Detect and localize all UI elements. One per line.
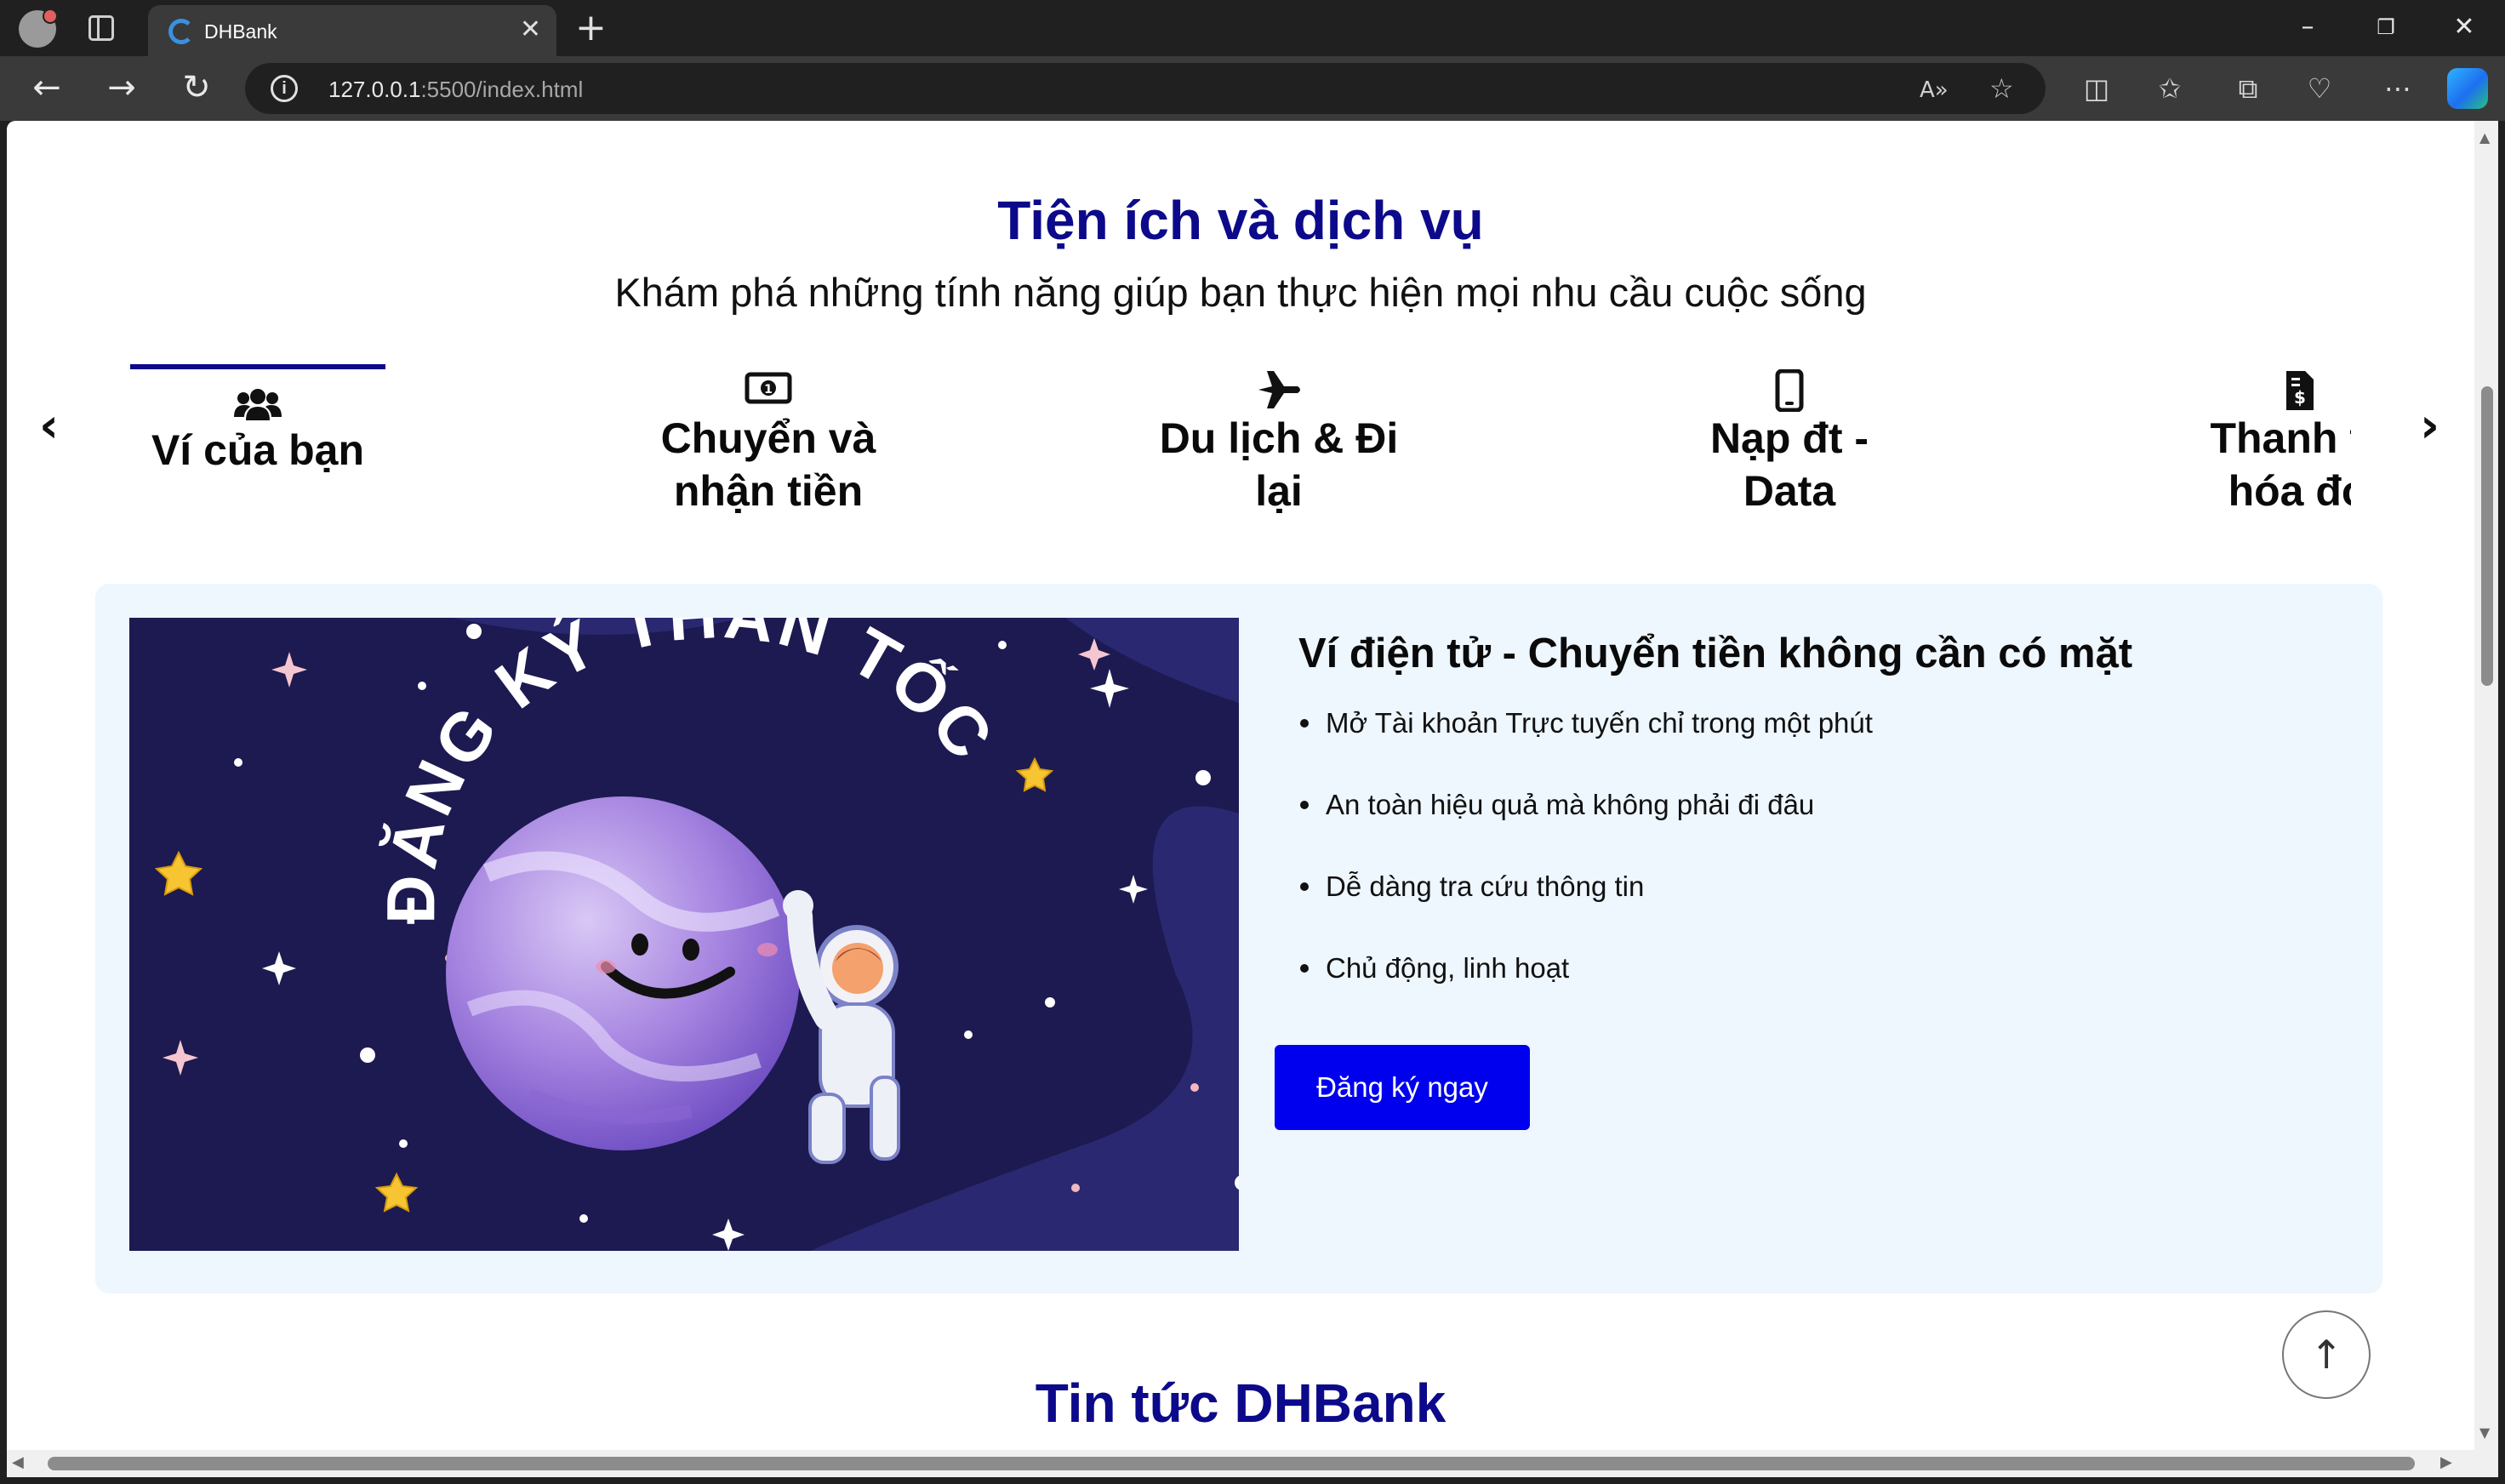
tab-title: DHBank: [204, 20, 277, 43]
vertical-scroll-thumb[interactable]: [2481, 386, 2493, 686]
settings-more-icon[interactable]: ⋯: [2381, 71, 2415, 106]
back-icon[interactable]: ←: [26, 66, 68, 109]
vertical-scrollbar[interactable]: ▲ ▼: [2474, 121, 2498, 1450]
restore-icon[interactable]: ❐: [2369, 10, 2403, 44]
tab-label: Chuyển và: [660, 414, 876, 462]
feature-item: Mở Tài khoản Trực tuyến chỉ trong một ph…: [1298, 706, 1873, 788]
svg-text:$: $: [2294, 387, 2306, 408]
new-tab-icon[interactable]: +: [575, 7, 607, 49]
browser-toolbar: ← → ↻ i 127.0.0.1:5500/index.html A» ☆ ◫…: [0, 56, 2505, 121]
browser-tab[interactable]: DHBank ✕: [148, 5, 556, 56]
read-aloud-icon[interactable]: A»: [1920, 75, 1949, 106]
detail-title: Ví điện tử - Chuyển tiền không cần có mặ…: [1298, 631, 2133, 676]
tab-strip: DHBank ✕ + – ❐ ✕: [0, 0, 2505, 56]
feature-list: Mở Tài khoản Trực tuyến chỉ trong một ph…: [1298, 706, 1873, 1033]
split-screen-icon[interactable]: ◫: [2080, 71, 2114, 106]
mobile-icon: [1662, 368, 1917, 413]
url-host: 127.0.0.1: [328, 77, 421, 102]
browser-essentials-icon[interactable]: ♡: [2302, 71, 2337, 106]
feature-item: Chủ động, linh hoạt: [1298, 951, 1873, 1033]
feature-item: An toàn hiệu quả mà không phải đi đâu: [1298, 788, 1873, 870]
browser-window: DHBank ✕ + – ❐ ✕ ← → ↻ i 127.0.0.1:5500/…: [0, 0, 2505, 1484]
tab-thanh-toan-hoa-don[interactable]: $ Thanh to hóa đơ: [2172, 364, 2351, 517]
minimize-icon[interactable]: –: [2291, 10, 2325, 44]
page-viewport: Tiện ích và dịch vụ Khám phá những tính …: [7, 121, 2474, 1450]
tab-label-line2: Data: [1743, 467, 1836, 515]
forward-icon[interactable]: →: [100, 66, 143, 109]
tab-label-line2: nhận tiền: [673, 467, 864, 515]
svg-text:1: 1: [764, 383, 773, 397]
favorites-icon[interactable]: ✩: [2153, 71, 2187, 106]
scroll-down-icon[interactable]: ▼: [2479, 1424, 2490, 1441]
site-info-icon[interactable]: i: [271, 75, 298, 102]
tab-label-line2: hóa đơ: [2228, 467, 2351, 515]
tab-close-icon[interactable]: ✕: [520, 15, 541, 44]
register-now-button[interactable]: Đăng ký ngay: [1275, 1045, 1530, 1130]
copilot-icon[interactable]: [2447, 68, 2488, 109]
money-bill-icon: 1: [641, 369, 896, 412]
scroll-left-icon[interactable]: ◀: [12, 1453, 24, 1471]
tab-label: Nạp đt -: [1709, 414, 1869, 462]
users-icon: [130, 376, 385, 424]
tab-du-lich-di-lai[interactable]: Du lịch & Đi lại: [1151, 364, 1407, 517]
tab-label: Du lịch & Đi: [1159, 414, 1399, 462]
favorite-star-icon[interactable]: ☆: [1989, 73, 2014, 104]
feature-item: Dễ dàng tra cứu thông tin: [1298, 870, 1873, 951]
carousel-prev-button[interactable]: ‹: [39, 398, 59, 454]
tab-clip: $ Thanh to hóa đơ: [2172, 364, 2351, 619]
scroll-right-icon[interactable]: ▶: [2440, 1453, 2452, 1471]
tab-nap-dt-data[interactable]: Nạp đt - Data: [1662, 364, 1917, 517]
invoice-dollar-icon: $: [2172, 369, 2351, 412]
horizontal-scroll-thumb[interactable]: [48, 1457, 2415, 1470]
address-bar[interactable]: i 127.0.0.1:5500/index.html A» ☆: [245, 63, 2046, 114]
carousel-next-button[interactable]: ›: [2420, 398, 2439, 454]
tab-favicon-icon: [168, 19, 194, 44]
tab-vi-cua-ban[interactable]: Ví của bạn: [130, 364, 385, 477]
tab-actions-icon[interactable]: [88, 15, 114, 41]
tab-label: Thanh to: [2210, 414, 2351, 462]
horizontal-scrollbar[interactable]: ◀ ▶: [7, 1450, 2498, 1477]
profile-avatar[interactable]: [19, 9, 58, 48]
collections-icon[interactable]: ⧉: [2231, 71, 2265, 106]
close-window-icon[interactable]: ✕: [2447, 10, 2481, 44]
promo-banner-image: ĐĂNG KÝ THẦN TỐC: [129, 618, 1239, 1251]
tab-label: Ví của bạn: [151, 426, 365, 474]
tab-chuyen-va-nhan-tien[interactable]: 1 Chuyển và nhận tiền: [641, 364, 896, 517]
tab-label-line2: lại: [1255, 467, 1303, 515]
section-subtitle: Khám phá những tính năng giúp bạn thực h…: [614, 270, 1867, 315]
plane-icon: [1151, 369, 1407, 412]
url-text[interactable]: 127.0.0.1:5500/index.html: [328, 77, 583, 103]
url-path: :5500/index.html: [420, 77, 584, 102]
scroll-up-icon[interactable]: ▲: [2479, 129, 2490, 146]
refresh-icon[interactable]: ↻: [175, 66, 218, 109]
news-section-title: Tin tức DHBank: [1035, 1373, 1447, 1434]
section-title: Tiện ích và dịch vụ: [997, 190, 1484, 251]
